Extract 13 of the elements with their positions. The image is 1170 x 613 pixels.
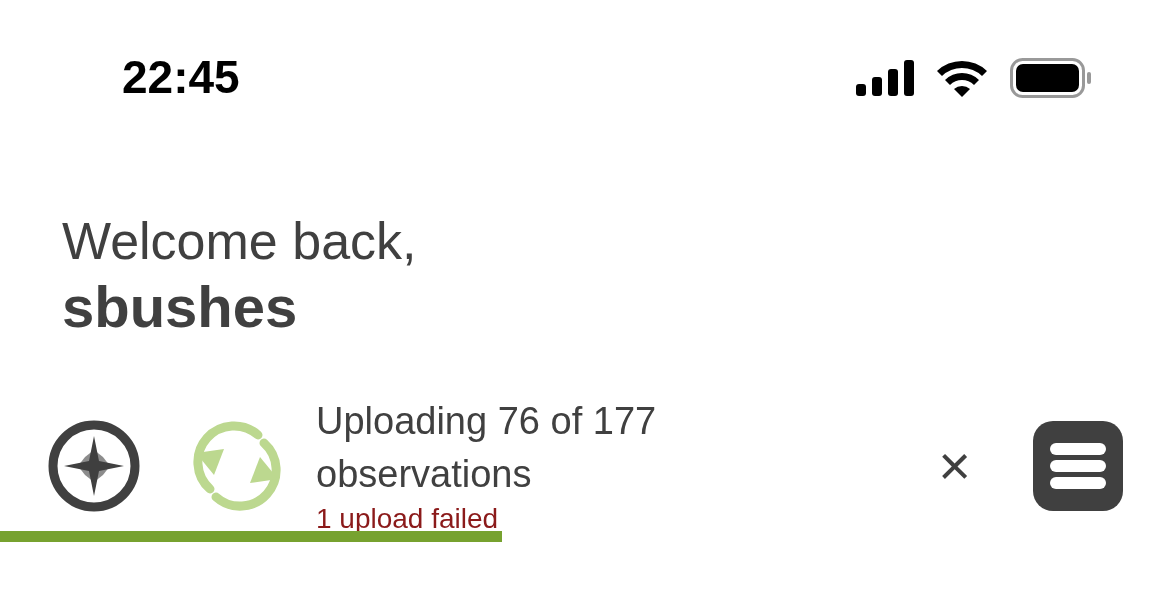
- signal-icon: [856, 59, 914, 96]
- battery-icon: [1010, 57, 1092, 98]
- status-time: 22:45: [122, 50, 240, 105]
- greeting-text: Welcome back,: [62, 211, 418, 272]
- menu-button[interactable]: [1033, 420, 1123, 511]
- compass-icon[interactable]: [48, 419, 140, 512]
- menu-icon: [1050, 442, 1106, 489]
- upload-error-text: 1 upload failed: [316, 501, 500, 536]
- sync-icon: [190, 418, 284, 513]
- username: sbushes: [62, 273, 299, 341]
- close-button[interactable]: ×: [938, 437, 971, 494]
- upload-status-text: Uploading 76 of 177 observations: [316, 398, 658, 497]
- wifi-icon: [936, 58, 988, 97]
